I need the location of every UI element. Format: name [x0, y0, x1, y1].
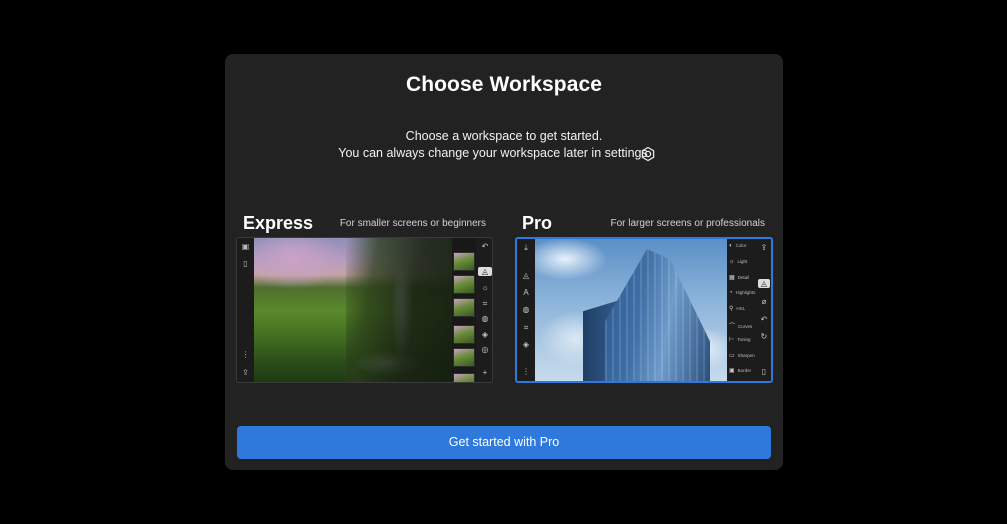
more-vertical-icon: ⋮ — [241, 350, 250, 359]
pro-preview-building — [605, 249, 710, 381]
text-icon: A — [523, 288, 529, 297]
express-description: For smaller screens or beginners — [339, 218, 486, 229]
redo-icon: ↻ — [760, 332, 768, 341]
eraser-icon: ⌀ — [761, 297, 767, 306]
panel-item: ☼ Light — [729, 259, 748, 265]
get-started-button[interactable]: Get started with Pro — [237, 426, 771, 459]
panel-item: ◐ Color — [729, 243, 747, 249]
import-icon: ⤓ — [524, 243, 528, 252]
presets-icon: ◬ — [522, 271, 530, 280]
share-icon: ⇪ — [760, 243, 768, 252]
express-title[interactable]: Express — [243, 213, 313, 234]
filmstrip-thumb — [453, 348, 475, 367]
pro-workspace-card[interactable]: ⤓ ◬ A ◍ ⌗ ◈ ⋮ ◐ Color ☼ Light ▦ Detail ◔ Hig… — [515, 237, 773, 383]
choose-workspace-dialog: Choose Workspace Choose a workspace to g… — [225, 54, 783, 470]
express-preview-image — [254, 238, 452, 382]
pro-workspace-header[interactable]: Pro For larger screens or professionals — [522, 213, 765, 235]
heal-icon: ◍ — [481, 314, 489, 323]
pro-description: For larger screens or professionals — [610, 218, 765, 229]
filmstrip-thumb — [453, 252, 475, 271]
dialog-subtitle-line2-text: You can always change your workspace lat… — [338, 146, 648, 160]
panel-item: ▭ Sharpen — [729, 353, 755, 359]
presets-icon: ◬ — [758, 279, 770, 288]
express-preview-cliff — [346, 238, 452, 382]
dialog-subtitle-line1: Choose a workspace to get started. — [405, 129, 603, 143]
masking-icon: ◎ — [481, 345, 489, 354]
pro-title[interactable]: Pro — [522, 213, 552, 234]
panel-item: ⊢ Toning — [729, 337, 751, 343]
filmstrip-thumb — [453, 325, 475, 344]
express-left-toolbar: ▣ ▯ ⋮ ⇪ — [237, 238, 254, 382]
panel-item: ⌒ Curves — [729, 324, 753, 330]
panel-item: ▦ Detail — [729, 275, 750, 281]
image-icon: ▣ — [241, 242, 250, 251]
filmstrip-thumb — [453, 298, 475, 317]
light-icon: ☼ — [481, 283, 489, 292]
express-workspace-card[interactable]: ▣ ▯ ⋮ ⇪ ↶ ◬ ☼ ⌗ ◍ ◈ ◎ + — [236, 237, 493, 383]
pro-edit-panel: ◐ Color ☼ Light ▦ Detail ◔ Highlights ⚲ HSL ⌒… — [727, 239, 757, 381]
filmstrip-thumb — [453, 275, 475, 294]
express-right-toolbar: ↶ ◬ ☼ ⌗ ◍ ◈ ◎ + — [476, 238, 492, 382]
pro-preview-image — [535, 239, 727, 381]
pro-left-toolbar: ⤓ ◬ A ◍ ⌗ ◈ ⋮ — [517, 239, 535, 381]
crop-icon: ⌗ — [523, 323, 529, 332]
express-filmstrip — [452, 238, 476, 382]
panel-item: ▣ Border — [729, 368, 752, 374]
undo-icon: ↶ — [760, 315, 768, 324]
dialog-title: Choose Workspace — [405, 73, 603, 96]
layers-icon: ◈ — [522, 340, 530, 349]
layers-icon: ◈ — [481, 330, 489, 339]
crop-icon: ⌗ — [482, 299, 488, 308]
heal-icon: ◍ — [522, 305, 530, 314]
add-icon: + — [482, 368, 488, 377]
trash-icon: ▯ — [761, 367, 767, 376]
dialog-subtitle-line2: You can always change your workspace lat… — [225, 146, 783, 160]
presets-icon: ◬ — [478, 267, 492, 276]
filmstrip-thumb — [453, 373, 475, 382]
undo-icon: ↶ — [481, 242, 489, 251]
trash-icon: ▯ — [243, 259, 248, 268]
gear-icon[interactable] — [640, 146, 656, 162]
panel-item: ◔ Highlights — [729, 290, 756, 296]
more-vertical-icon: ⋮ — [522, 367, 530, 376]
pro-right-toolbar: ⇪ ◬ ⌀ ↶ ↻ ▯ — [757, 239, 771, 381]
express-workspace-header[interactable]: Express For smaller screens or beginners — [243, 213, 486, 235]
panel-item: ⚲ HSL — [729, 306, 746, 312]
export-icon: ⇪ — [242, 368, 249, 377]
